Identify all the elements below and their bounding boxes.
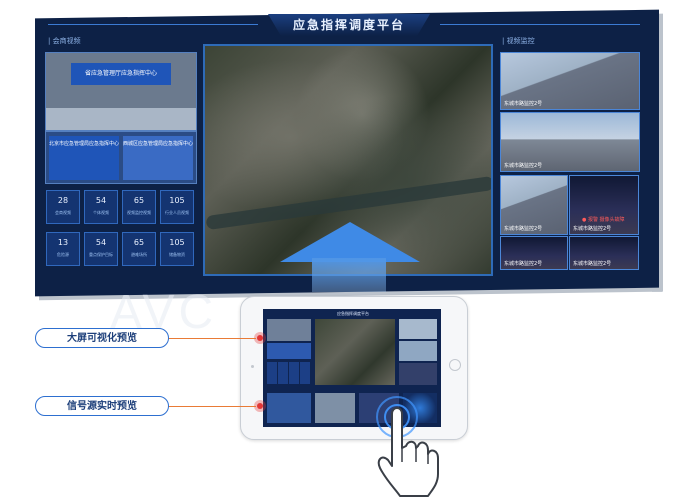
- stat-label: 视频监控视频: [127, 210, 151, 215]
- tablet-home-button[interactable]: [449, 359, 461, 371]
- title-line-right: [440, 24, 640, 25]
- connector-line: [168, 406, 256, 407]
- stat-value: 105: [169, 238, 185, 247]
- title-line-left: [48, 24, 258, 25]
- pointing-hand-icon: [377, 407, 439, 497]
- stat-label: 行业人员视频: [165, 210, 189, 215]
- stat-value: 105: [169, 196, 185, 205]
- stat-value: 65: [133, 196, 145, 205]
- mini-wall-title: 应急指挥调度平台: [337, 311, 369, 316]
- meeting-split-left: 北京市应急管理局应急指挥中心: [49, 136, 119, 180]
- meeting-banner: 省应急管理厅应急指挥中心: [71, 63, 171, 85]
- stat-tile[interactable]: 65 避难场所: [122, 232, 156, 266]
- right-panel-tag: | 视频监控: [502, 37, 535, 45]
- stat-value: 28: [57, 196, 69, 205]
- label-big-screen-preview: 大屏可视化预览: [35, 328, 169, 348]
- signal-source-2[interactable]: [315, 393, 355, 423]
- stat-label: 避难场所: [131, 252, 147, 257]
- stat-tile[interactable]: 28 会商视频: [46, 190, 80, 224]
- wall-title: 应急指挥调度平台: [268, 14, 430, 36]
- stat-value: 54: [95, 196, 107, 205]
- signal-source-1[interactable]: [267, 393, 311, 423]
- stat-tile[interactable]: 54 个体视频: [84, 190, 118, 224]
- camera-feed-4[interactable]: ● 报警 摄像头故障 东城市路监控2号: [569, 175, 639, 235]
- camera-caption: 东城市路监控2号: [573, 226, 612, 232]
- camera-caption: 东城市路监控2号: [504, 226, 543, 232]
- camera-caption: 东城市路监控2号: [573, 261, 612, 267]
- alarm-text: ● 报警 摄像头故障: [582, 217, 625, 223]
- camera-feed-5[interactable]: 东城市路监控2号: [500, 236, 568, 270]
- stat-value: 54: [95, 238, 107, 247]
- stat-label: 会商视频: [55, 210, 71, 215]
- mini-meeting-video[interactable]: [267, 319, 311, 341]
- meeting-desk: [46, 108, 196, 130]
- meeting-video-split[interactable]: 北京市应急管理局应急指挥中心 西城区应急管理局应急指挥中心: [45, 131, 197, 184]
- mini-camera-2[interactable]: [399, 341, 437, 361]
- camera-feed-1[interactable]: 东城市路监控2号: [500, 52, 640, 110]
- stat-tile[interactable]: 54 重点保护目标: [84, 232, 118, 266]
- up-arrow-stem: [312, 258, 386, 292]
- mini-map[interactable]: [315, 319, 395, 385]
- label-signal-preview: 信号源实时预览: [35, 396, 169, 416]
- camera-caption: 东城市路监控2号: [504, 261, 543, 267]
- connector-line: [168, 338, 256, 339]
- stat-value: 65: [133, 238, 145, 247]
- up-arrow-icon: [280, 222, 420, 262]
- stat-tile[interactable]: 13 危险源: [46, 232, 80, 266]
- stat-tile[interactable]: 65 视频监控视频: [122, 190, 156, 224]
- camera-feed-6[interactable]: 东城市路监控2号: [569, 236, 639, 270]
- meeting-split-right: 西城区应急管理局应急指挥中心: [123, 136, 193, 180]
- mini-camera-1[interactable]: [399, 319, 437, 339]
- mini-meeting-split[interactable]: [267, 343, 311, 359]
- stat-label: 危险源: [57, 252, 69, 257]
- mini-stats: [267, 362, 311, 384]
- camera-feed-3[interactable]: 东城市路监控2号: [500, 175, 568, 235]
- meeting-video-main[interactable]: 省应急管理厅应急指挥中心: [45, 52, 197, 131]
- stat-label: 个体视频: [93, 210, 109, 215]
- camera-feed-2[interactable]: 东城市路监控2号: [500, 112, 640, 172]
- camera-caption: 东城市路监控2号: [504, 163, 543, 169]
- stat-value: 13: [57, 238, 69, 247]
- stat-tile[interactable]: 105 行业人员视频: [160, 190, 194, 224]
- camera-caption: 东城市路监控2号: [504, 101, 543, 107]
- mini-camera-3[interactable]: [399, 363, 437, 385]
- stat-tile[interactable]: 105 储备物资: [160, 232, 194, 266]
- left-panel-tag: | 会商视频: [48, 37, 81, 45]
- stat-label: 储备物资: [169, 252, 185, 257]
- tablet-camera: [251, 365, 254, 368]
- stat-label: 重点保护目标: [89, 252, 113, 257]
